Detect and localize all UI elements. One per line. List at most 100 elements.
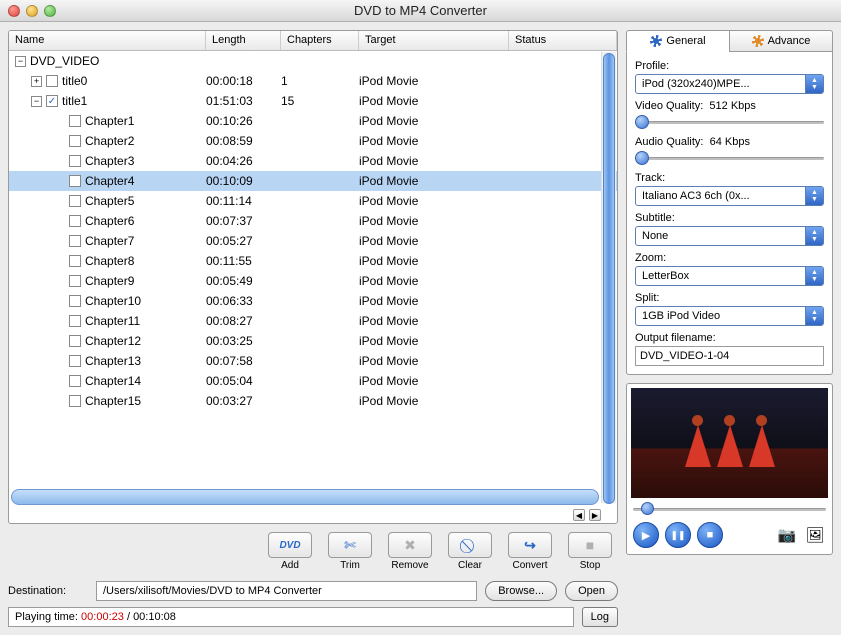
chevron-updown-icon: ▲▼ (805, 307, 823, 325)
chapter-row[interactable]: Chapter300:04:26iPod Movie (9, 151, 617, 171)
disclose-toggle[interactable]: − (15, 56, 26, 67)
source-tree[interactable]: −DVD_VIDEO+title000:00:181iPod Movie−✓ti… (9, 51, 617, 487)
tab-advance[interactable]: Advance (729, 30, 833, 52)
horizontal-scrollbar[interactable] (11, 489, 599, 505)
include-checkbox[interactable] (69, 295, 81, 307)
chapter-row[interactable]: Chapter1500:03:27iPod Movie (9, 391, 617, 411)
chapter-row[interactable]: Chapter1100:08:27iPod Movie (9, 311, 617, 331)
preview-video[interactable] (631, 388, 828, 498)
track-select[interactable]: Italiano AC3 6ch (0x... ▲▼ (635, 186, 824, 206)
disclose-toggle[interactable]: + (31, 76, 42, 87)
video-quality-slider[interactable] (635, 114, 824, 130)
preview-seek-slider[interactable] (633, 502, 826, 516)
pause-button[interactable]: ❚❚ (665, 522, 691, 548)
chapter-row[interactable]: Chapter1400:05:04iPod Movie (9, 371, 617, 391)
gear-icon (650, 35, 662, 47)
subtitle-select[interactable]: None ▲▼ (635, 226, 824, 246)
column-header-status[interactable]: Status (509, 31, 617, 50)
include-checkbox[interactable] (69, 375, 81, 387)
cell-chap: 1 (281, 74, 359, 88)
settings-tabs: General Advance (626, 30, 833, 52)
profile-select[interactable]: iPod (320x240)MPE... ▲▼ (635, 74, 824, 94)
zoom-select[interactable]: LetterBox ▲▼ (635, 266, 824, 286)
chapter-row[interactable]: Chapter1200:03:25iPod Movie (9, 331, 617, 351)
chapter-row[interactable]: Chapter1000:06:33iPod Movie (9, 291, 617, 311)
column-headers: Name Length Chapters Target Status (9, 31, 617, 51)
preview-panel: ▶ ❚❚ ■ 📷 🖼 (626, 383, 833, 555)
output-filename-field[interactable] (635, 346, 824, 366)
play-button[interactable]: ▶ (633, 522, 659, 548)
split-select[interactable]: 1GB iPod Video ▲▼ (635, 306, 824, 326)
cell-len: 00:07:58 (206, 354, 281, 368)
stop-button[interactable]: ■ Stop (566, 532, 614, 571)
title-row[interactable]: −✓title101:51:0315iPod Movie (9, 91, 617, 111)
play-icon: ▶ (642, 529, 650, 542)
vertical-scrollbar[interactable] (601, 52, 616, 503)
snapshot-folder-button[interactable]: 🖼 (804, 526, 826, 544)
cell-len: 00:04:26 (206, 154, 281, 168)
include-checkbox[interactable] (69, 115, 81, 127)
chapter-row[interactable]: Chapter1300:07:58iPod Movie (9, 351, 617, 371)
include-checkbox[interactable] (69, 315, 81, 327)
column-header-target[interactable]: Target (359, 31, 509, 50)
chapter-row[interactable]: Chapter800:11:55iPod Movie (9, 251, 617, 271)
cell-len: 00:05:27 (206, 234, 281, 248)
column-header-name[interactable]: Name (9, 31, 206, 50)
chapter-row[interactable]: Chapter200:08:59iPod Movie (9, 131, 617, 151)
cell-len: 00:06:33 (206, 294, 281, 308)
browse-button[interactable]: Browse... (485, 581, 557, 601)
chevron-updown-icon: ▲▼ (805, 75, 823, 93)
open-button[interactable]: Open (565, 581, 618, 601)
cell-target: iPod Movie (359, 374, 509, 388)
cell-target: iPod Movie (359, 114, 509, 128)
disclose-toggle[interactable]: − (31, 96, 42, 107)
tree-root[interactable]: −DVD_VIDEO (9, 51, 617, 71)
include-checkbox[interactable] (69, 155, 81, 167)
include-checkbox[interactable] (69, 215, 81, 227)
cell-target: iPod Movie (359, 214, 509, 228)
chapter-row[interactable]: Chapter700:05:27iPod Movie (9, 231, 617, 251)
scroll-right-button[interactable]: ▶ (589, 509, 601, 521)
row-label: Chapter12 (85, 334, 141, 348)
chapter-row[interactable]: Chapter900:05:49iPod Movie (9, 271, 617, 291)
log-button[interactable]: Log (582, 607, 618, 627)
stop-icon: ■ (568, 532, 612, 558)
include-checkbox[interactable] (69, 335, 81, 347)
row-label: Chapter1 (85, 114, 134, 128)
cell-len: 01:51:03 (206, 94, 281, 108)
chapter-row[interactable]: Chapter100:10:26iPod Movie (9, 111, 617, 131)
add-button[interactable]: DVD Add (266, 532, 314, 571)
include-checkbox[interactable] (69, 355, 81, 367)
include-checkbox[interactable] (69, 195, 81, 207)
chapter-row[interactable]: Chapter600:07:37iPod Movie (9, 211, 617, 231)
convert-button[interactable]: ↪ Convert (506, 532, 554, 571)
row-label: Chapter10 (85, 294, 141, 308)
chapter-row[interactable]: Chapter500:11:14iPod Movie (9, 191, 617, 211)
trim-button[interactable]: ✄ Trim (326, 532, 374, 571)
stop-playback-button[interactable]: ■ (697, 522, 723, 548)
include-checkbox[interactable] (46, 75, 58, 87)
title-row[interactable]: +title000:00:181iPod Movie (9, 71, 617, 91)
clear-button[interactable]: ⃠ Clear (446, 532, 494, 571)
column-header-length[interactable]: Length (206, 31, 281, 50)
include-checkbox[interactable] (69, 395, 81, 407)
source-list-panel: Name Length Chapters Target Status −DVD_… (8, 30, 618, 524)
snapshot-button[interactable]: 📷 (776, 526, 798, 544)
scroll-left-button[interactable]: ◀ (573, 509, 585, 521)
main-toolbar: DVD Add ✄ Trim ✖ Remove ⃠ Clear ↪ Conver… (8, 524, 618, 575)
remove-button[interactable]: ✖ Remove (386, 532, 434, 571)
clear-button-label: Clear (458, 560, 482, 571)
chapter-row[interactable]: Chapter400:10:09iPod Movie (9, 171, 617, 191)
audio-quality-slider[interactable] (635, 150, 824, 166)
destination-field[interactable]: /Users/xilisoft/Movies/DVD to MP4 Conver… (96, 581, 477, 601)
include-checkbox[interactable] (69, 175, 81, 187)
include-checkbox[interactable] (69, 235, 81, 247)
column-header-chapters[interactable]: Chapters (281, 31, 359, 50)
include-checkbox[interactable]: ✓ (46, 95, 58, 107)
row-label: Chapter7 (85, 234, 134, 248)
include-checkbox[interactable] (69, 255, 81, 267)
tab-general[interactable]: General (626, 30, 729, 52)
clear-icon: ⃠ (448, 532, 492, 558)
include-checkbox[interactable] (69, 275, 81, 287)
include-checkbox[interactable] (69, 135, 81, 147)
